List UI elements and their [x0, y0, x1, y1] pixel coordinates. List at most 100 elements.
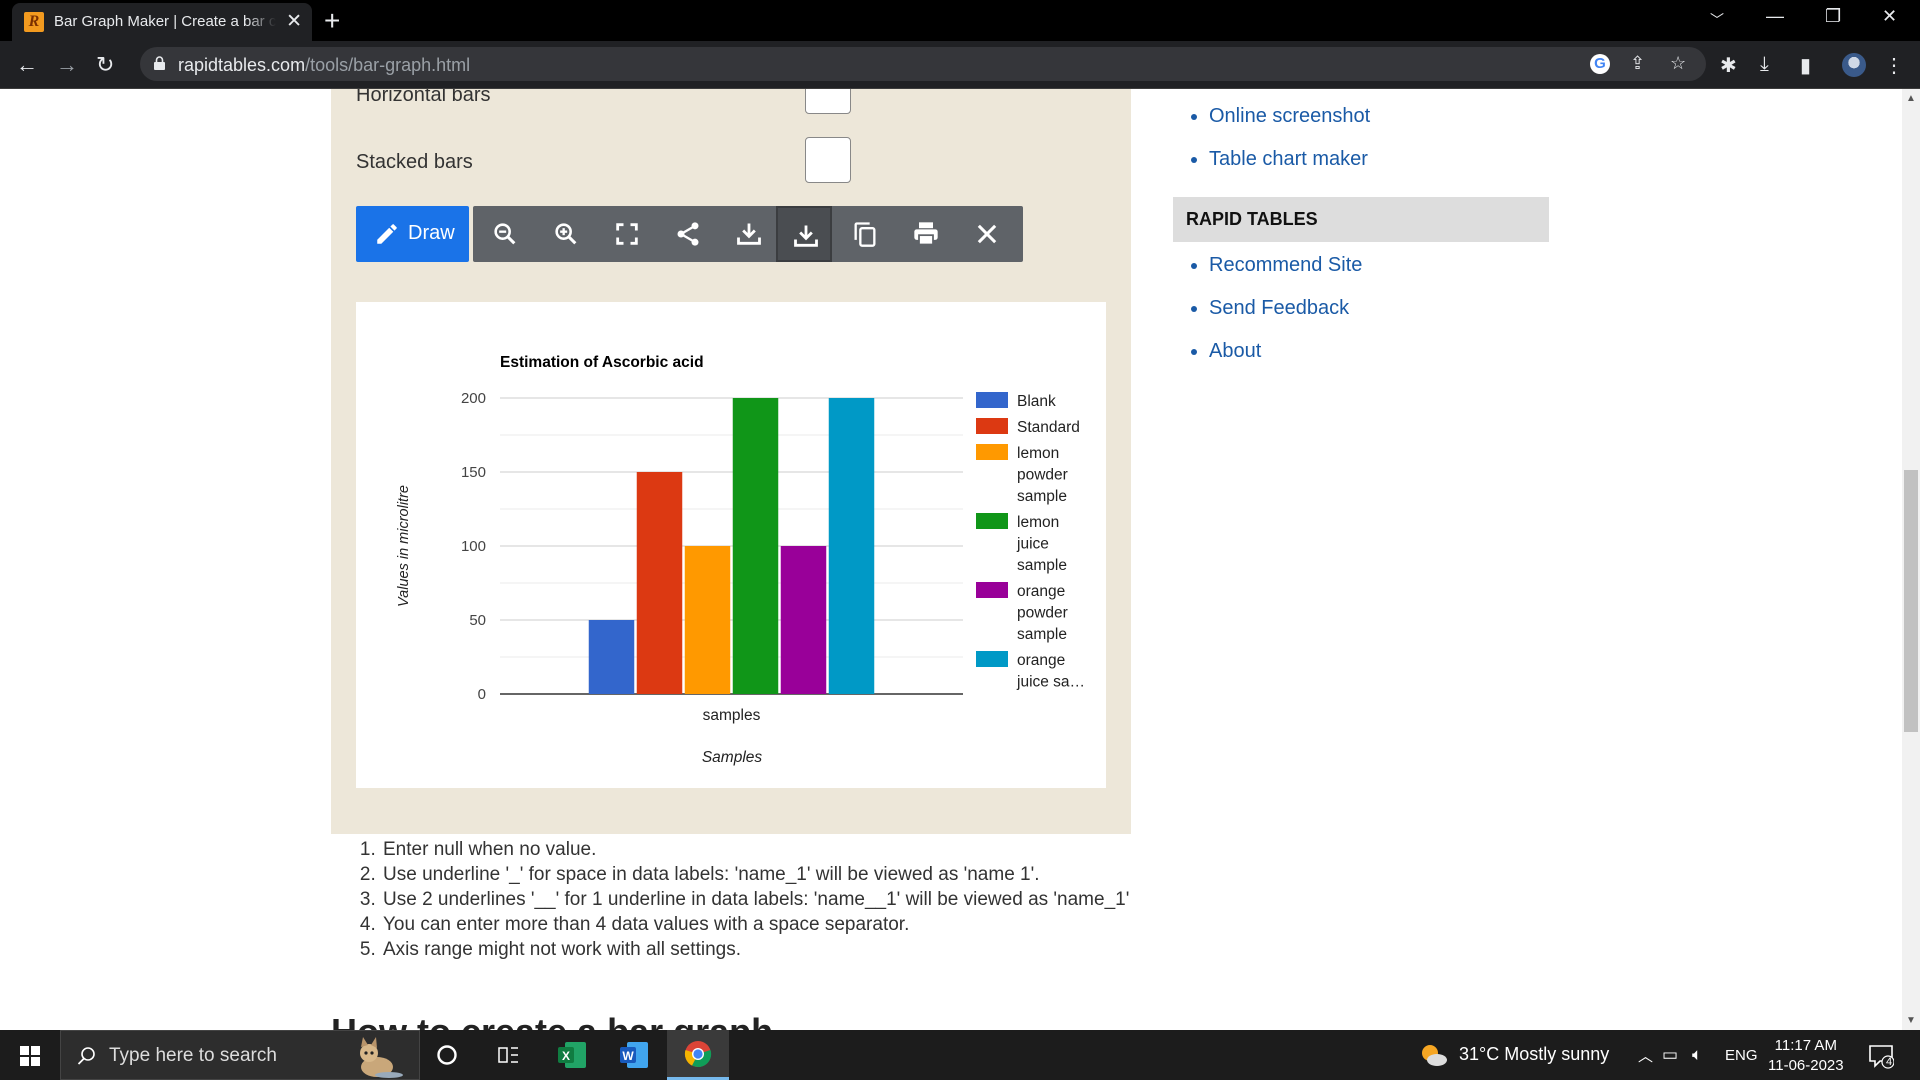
- download-icon: [737, 223, 761, 245]
- svg-text:X: X: [562, 1049, 570, 1063]
- taskbar-excel[interactable]: X: [541, 1030, 603, 1080]
- note-item: Axis range might not work with all setti…: [381, 937, 1141, 962]
- scroll-down-icon[interactable]: ▼: [1906, 1015, 1916, 1026]
- reload-icon[interactable]: ↻: [96, 52, 114, 78]
- share-icon: [677, 222, 699, 246]
- close-icon: [977, 224, 997, 244]
- back-icon[interactable]: ←: [16, 52, 38, 78]
- forward-icon[interactable]: →: [56, 52, 78, 78]
- sidebar-link-online-screenshot[interactable]: Online screenshot: [1209, 101, 1370, 144]
- legend-label: juice: [1016, 536, 1049, 553]
- browser-tab[interactable]: R Bar Graph Maker | Create a bar chart o…: [12, 3, 312, 41]
- legend-swatch: [976, 444, 1008, 460]
- svg-text:W: W: [622, 1049, 634, 1063]
- battery-icon[interactable]: ▭: [1662, 1045, 1678, 1065]
- legend-label: Blank: [1017, 393, 1056, 410]
- scrollbar-thumb[interactable]: [1904, 470, 1918, 732]
- download-icon: [794, 225, 818, 247]
- omnibox[interactable]: rapidtables.com/tools/bar-graph.html G ⇪…: [140, 47, 1706, 81]
- page-scrollbar[interactable]: ▲ ▼: [1902, 89, 1920, 1030]
- windows-start-icon[interactable]: [20, 1046, 40, 1066]
- taskbar-clock[interactable]: 11:17 AM 11-06-2023: [1768, 1036, 1844, 1076]
- draw-button[interactable]: Draw: [356, 206, 469, 262]
- taskbar-chrome[interactable]: [667, 1030, 729, 1080]
- download-file-button[interactable]: [776, 206, 832, 262]
- zoom-in-button[interactable]: [538, 206, 594, 262]
- sidebar-section-title: RAPID TABLES: [1173, 197, 1549, 242]
- section-heading: How to create a bar graph: [331, 1011, 773, 1030]
- weather-text[interactable]: 31°C Mostly sunny: [1459, 1044, 1609, 1065]
- profile-avatar[interactable]: [1842, 53, 1866, 77]
- print-icon: [914, 222, 938, 246]
- sidebar-link-table-chart-maker[interactable]: Table chart maker: [1209, 144, 1370, 187]
- menu-icon[interactable]: ⋮: [1884, 53, 1904, 78]
- note-item: Enter null when no value.: [381, 837, 1141, 862]
- legend-label: sample: [1017, 557, 1067, 574]
- scroll-up-icon[interactable]: ▲: [1906, 93, 1916, 104]
- extensions-icon[interactable]: ✱: [1720, 53, 1737, 78]
- share-button[interactable]: [660, 206, 716, 262]
- task-view-icon[interactable]: [498, 1045, 520, 1065]
- close-window-button[interactable]: ✕: [1882, 6, 1897, 27]
- show-hidden-icons-icon[interactable]: ︿: [1638, 1045, 1653, 1066]
- minimize-button[interactable]: —: [1766, 6, 1784, 27]
- close-button[interactable]: [959, 206, 1015, 262]
- taskbar-word[interactable]: W: [603, 1030, 665, 1080]
- star-icon[interactable]: ☆: [1670, 53, 1686, 74]
- download-image-button[interactable]: [721, 206, 777, 262]
- download-icon[interactable]: ⤓: [1760, 53, 1769, 76]
- horizontal-bars-checkbox[interactable]: [805, 89, 851, 114]
- bar-blank: [588, 620, 635, 694]
- share-icon[interactable]: ⇪: [1630, 53, 1645, 74]
- chrome-icon: [684, 1041, 712, 1068]
- sidebar-link-about[interactable]: About: [1209, 336, 1362, 379]
- legend-label: juice sa…: [1016, 674, 1085, 691]
- sidebar-link-recommend-site[interactable]: Recommend Site: [1209, 250, 1362, 293]
- stacked-bars-checkbox[interactable]: [805, 137, 851, 183]
- zoom-out-button[interactable]: [477, 206, 533, 262]
- google-icon[interactable]: G: [1590, 54, 1610, 74]
- tab-title: Bar Graph Maker | Create a bar chart onl…: [54, 13, 276, 30]
- stacked-bars-label: Stacked bars: [356, 151, 473, 173]
- copy-icon: [854, 222, 876, 247]
- sidepanel-icon[interactable]: ▮: [1800, 53, 1811, 78]
- graph-editor-panel: Horizontal bars Stacked bars Draw Estima…: [331, 89, 1131, 834]
- bar-lemon-juice-sample: [732, 398, 779, 694]
- legend-swatch: [976, 418, 1008, 434]
- chart-title: Estimation of Ascorbic acid: [500, 354, 704, 371]
- bar-lemon-powder-sample: [684, 546, 731, 694]
- cortana-icon[interactable]: [436, 1044, 458, 1066]
- taskbar-search-box[interactable]: Type here to search: [60, 1030, 420, 1080]
- restore-button[interactable]: ❐: [1825, 6, 1841, 27]
- y-tick-label: 0: [478, 686, 486, 703]
- draw-label: Draw: [408, 222, 455, 244]
- y-tick-label: 200: [461, 390, 486, 407]
- clock-date: 11-06-2023: [1768, 1057, 1844, 1074]
- usage-notes: Enter null when no value. Use underline …: [331, 837, 1141, 962]
- copy-button[interactable]: [837, 206, 893, 262]
- tab-search-icon[interactable]: ﹀: [1710, 10, 1724, 30]
- pencil-icon: [377, 224, 397, 244]
- language-indicator[interactable]: ENG: [1725, 1047, 1758, 1064]
- x-axis-title: Samples: [702, 749, 763, 766]
- legend-swatch: [976, 651, 1008, 667]
- search-icon: [77, 1047, 95, 1065]
- clock-time: 11:17 AM: [1774, 1037, 1837, 1054]
- windows-taskbar: Type here to search X W 31°C Mostly sunn…: [0, 1030, 1920, 1080]
- legend-swatch: [976, 582, 1008, 598]
- legend-label: lemon: [1017, 445, 1059, 462]
- zoom-in-icon: [555, 223, 577, 245]
- y-tick-label: 50: [469, 612, 486, 629]
- bar-chart: Estimation of Ascorbic acid Samples Valu…: [356, 302, 1106, 788]
- print-button[interactable]: [898, 206, 954, 262]
- chart-bars: samples: [588, 398, 875, 724]
- sidebar-link-send-feedback[interactable]: Send Feedback: [1209, 293, 1362, 336]
- note-item: Use 2 underlines '__' for 1 underline in…: [381, 887, 1141, 912]
- tab-close-icon[interactable]: ✕: [286, 10, 302, 33]
- fullscreen-button[interactable]: [599, 206, 655, 262]
- new-tab-button[interactable]: +: [324, 5, 340, 37]
- chart-legend: Blank Standard lemon powder sample lemon juice…: [976, 392, 1085, 691]
- volume-icon[interactable]: 🔈︎: [1692, 1045, 1702, 1065]
- weather-sun-cloud-icon: [1422, 1045, 1447, 1066]
- legend-label: powder: [1017, 467, 1068, 484]
